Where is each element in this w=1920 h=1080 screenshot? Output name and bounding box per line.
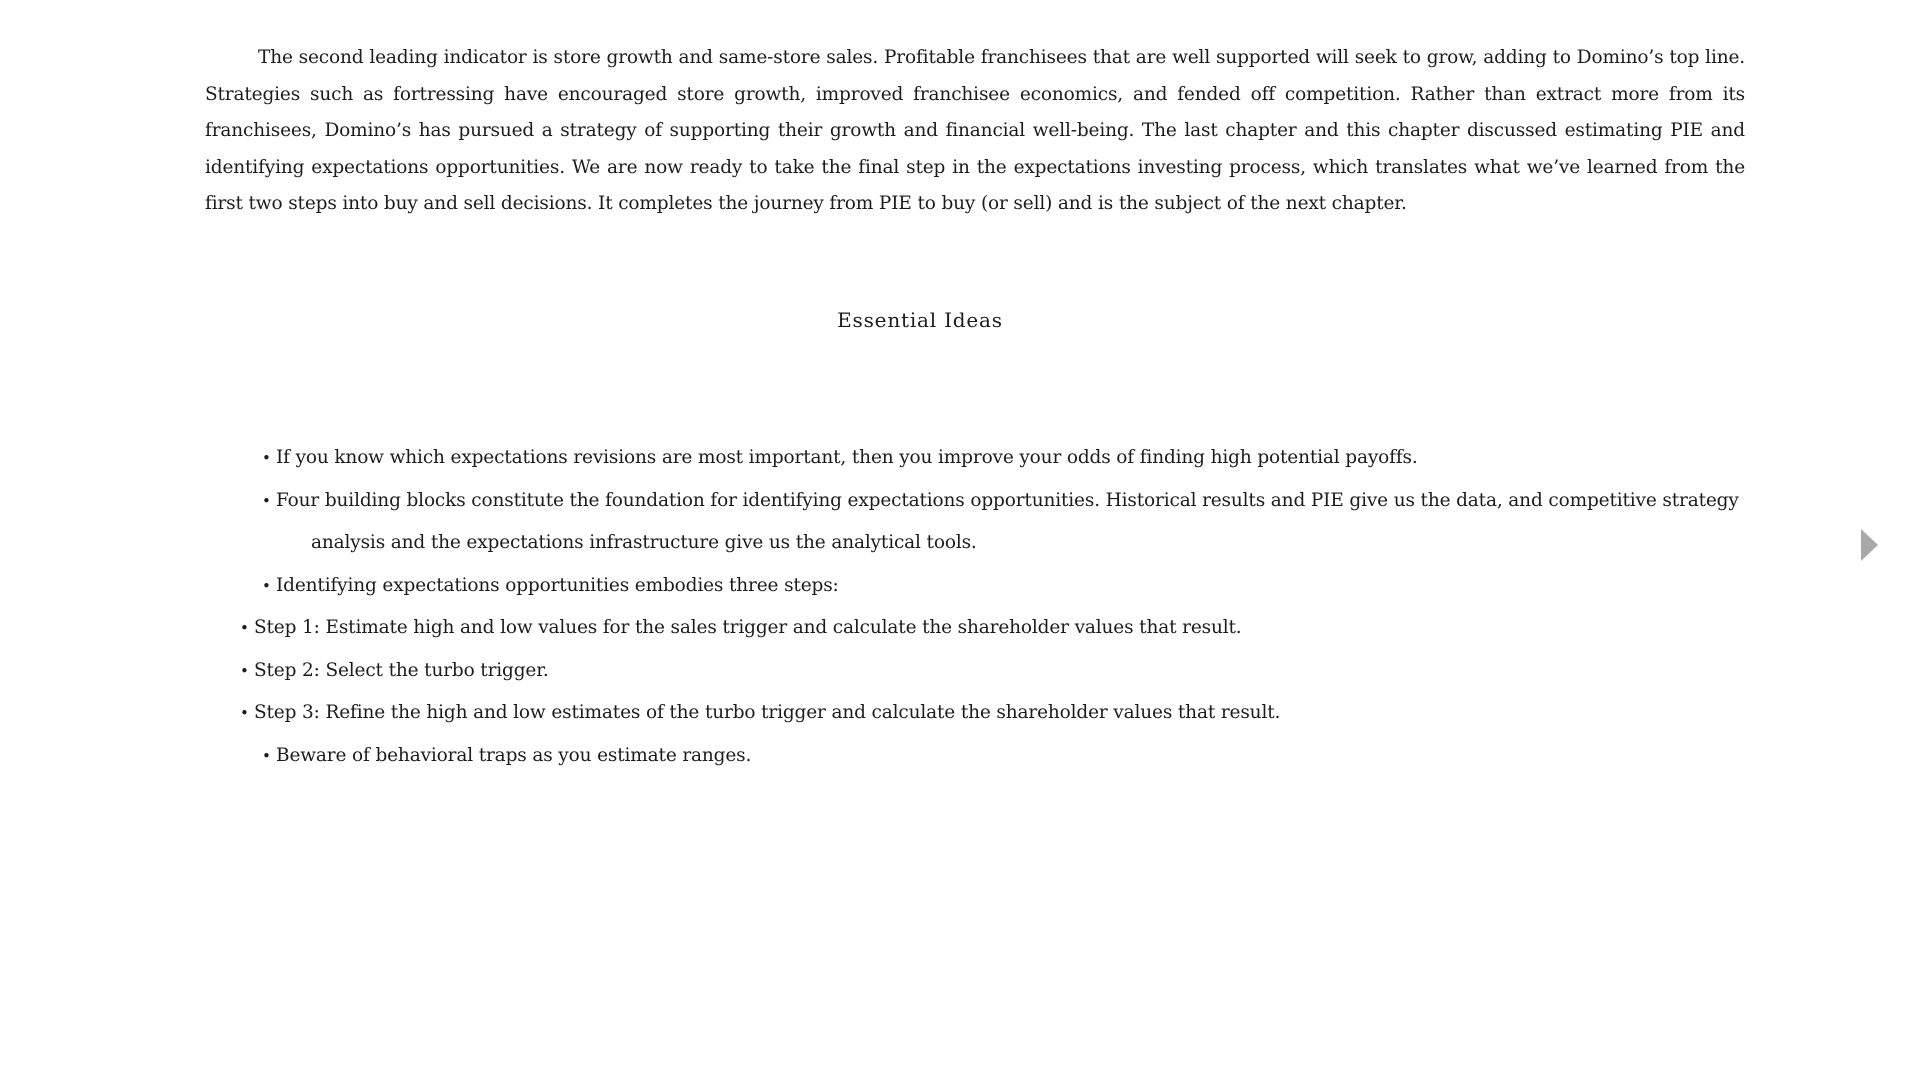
bullet-icon: • [262,576,271,595]
bullet-icon: • [240,661,249,680]
list-item: • Step 2: Select the turbo trigger. [205,650,1745,693]
essential-ideas-list: • If you know which expectations revisio… [205,437,1745,777]
intro-paragraph: The second leading indicator is store gr… [205,47,1745,214]
list-item-text: Four building blocks constitute the foun… [276,489,1739,511]
reader-page: The second leading indicator is store gr… [205,40,1745,766]
list-item: • Four building blocks constitute the fo… [205,480,1745,565]
next-page-arrow-icon[interactable] [1861,529,1878,561]
list-item-text: Step 3: Refine the high and low estimate… [254,702,1281,723]
bullet-icon: • [262,491,271,510]
list-item-text: Beware of behavioral traps as you estima… [276,744,752,766]
list-item-continuation: analysis and the expectations infrastruc… [311,532,977,553]
bullet-icon: • [240,619,249,637]
list-item: • Step 3: Refine the high and low estima… [205,692,1745,735]
list-item: • Step 1: Estimate high and low values f… [205,607,1745,650]
list-item-text: Step 2: Select the turbo trigger. [254,659,549,681]
list-item: • Beware of behavioral traps as you esti… [205,735,1745,778]
list-item-text: Identifying expectations opportunities e… [276,574,839,596]
bullet-icon: • [262,746,271,765]
list-item: • If you know which expectations revisio… [205,437,1745,480]
list-item-text: If you know which expectations revisions… [276,447,1418,468]
list-item-text: Step 1: Estimate high and low values for… [254,617,1242,638]
section-heading: Essential Ideas [837,308,1003,332]
bullet-icon: • [262,449,271,467]
bullet-icon: • [240,704,249,722]
list-item: • Identifying expectations opportunities… [205,565,1745,608]
